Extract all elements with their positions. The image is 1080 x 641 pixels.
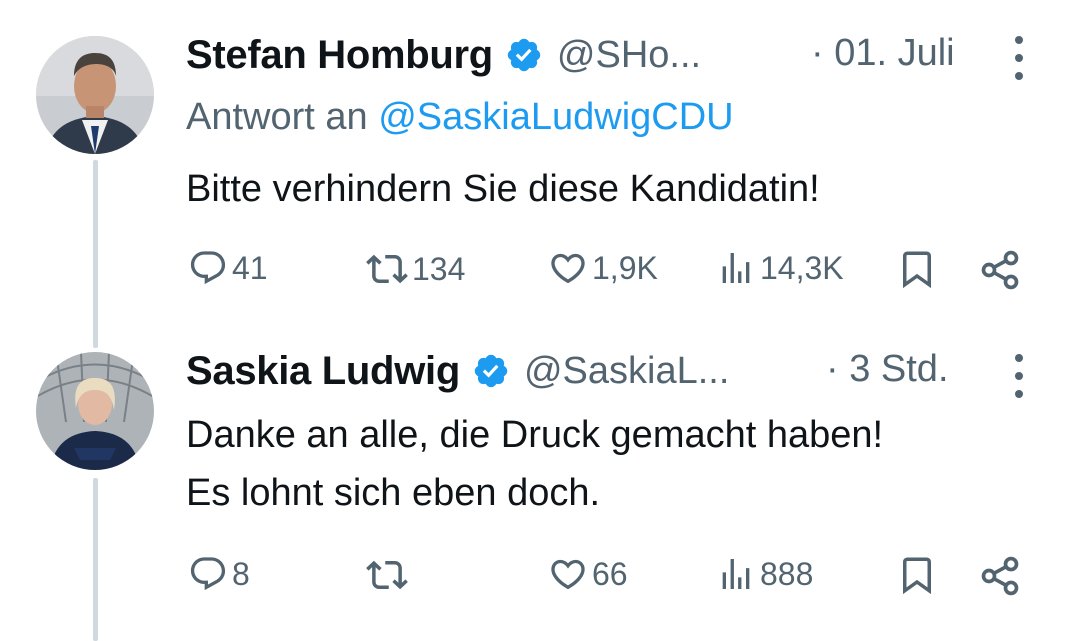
reply-mention-link[interactable]: @SaskiaLudwigCDU	[378, 96, 733, 138]
reply-button[interactable]: 41	[188, 248, 268, 288]
share-icon	[981, 556, 1019, 596]
like-icon	[551, 559, 585, 590]
tweet-header: Saskia Ludwig @SaskiaL...	[186, 346, 729, 396]
share-button[interactable]	[978, 554, 1022, 598]
verified-badge-icon	[472, 352, 510, 390]
tweet-text: Bitte verhindern Sie diese Kandidatin!	[186, 168, 820, 210]
reply-count: 8	[232, 555, 250, 592]
like-icon	[551, 253, 585, 284]
retweet-icon	[366, 560, 408, 590]
reply-icon	[190, 251, 226, 285]
author-name[interactable]: Saskia Ludwig	[186, 349, 460, 394]
reply-count: 41	[232, 249, 268, 286]
retweet-count: 134	[412, 250, 466, 287]
avatar-stefan-homburg[interactable]	[36, 36, 154, 154]
tweet-header: Stefan Homburg @SHo...	[186, 30, 701, 80]
retweet-button[interactable]: 134	[366, 248, 465, 290]
views-button[interactable]: 888	[716, 554, 813, 594]
tweet-stefan-homburg[interactable]: Stefan Homburg @SHo... · 01. Juli Antwor…	[0, 0, 1080, 330]
author-handle[interactable]: @SaskiaL...	[524, 350, 729, 393]
verified-badge-icon	[505, 36, 543, 74]
like-count: 66	[592, 555, 628, 592]
views-count: 14,3K	[760, 249, 844, 286]
like-button[interactable]: 66	[548, 554, 628, 594]
bookmark-button[interactable]	[896, 554, 938, 596]
tweet-timestamp[interactable]: · 3 Std.	[826, 348, 949, 391]
views-button[interactable]: 14,3K	[716, 248, 844, 288]
tweet-saskia-ludwig[interactable]: Saskia Ludwig @SaskiaL... · 3 Std. Danke…	[0, 330, 1080, 641]
reply-context: Antwort an @SaskiaLudwigCDU	[186, 96, 734, 139]
reply-button[interactable]: 8	[188, 554, 250, 594]
retweet-button[interactable]	[366, 554, 412, 596]
reply-prefix: Antwort an	[186, 96, 368, 138]
views-icon	[722, 559, 750, 589]
share-icon	[981, 250, 1019, 290]
more-options-icon[interactable]	[1013, 354, 1025, 398]
reply-icon	[190, 557, 226, 591]
like-count: 1,9K	[592, 249, 658, 286]
tweet-text: Danke an alle, die Druck gemacht haben! …	[186, 414, 884, 514]
views-count: 888	[760, 555, 814, 592]
avatar-saskia-ludwig[interactable]	[36, 352, 154, 470]
views-icon	[722, 253, 750, 283]
author-name[interactable]: Stefan Homburg	[186, 33, 493, 78]
bookmark-icon	[903, 251, 931, 289]
more-options-icon[interactable]	[1013, 36, 1025, 80]
tweet-timestamp[interactable]: · 01. Juli	[811, 32, 955, 75]
share-button[interactable]	[978, 248, 1022, 292]
bookmark-icon	[903, 557, 931, 595]
author-handle[interactable]: @SHo...	[557, 34, 701, 77]
retweet-icon	[366, 254, 408, 284]
like-button[interactable]: 1,9K	[548, 248, 658, 288]
bookmark-button[interactable]	[896, 248, 938, 290]
